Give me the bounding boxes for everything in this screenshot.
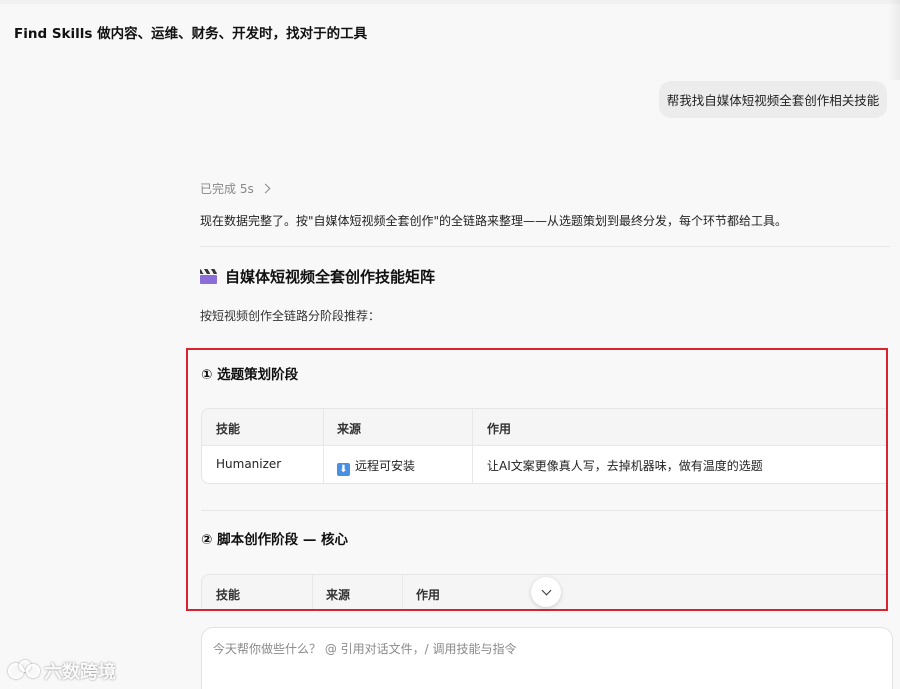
section-heading: 自媒体短视频全套创作技能矩阵	[200, 266, 435, 287]
right-edge-shadow	[888, 0, 900, 80]
column-divider	[402, 575, 403, 609]
completion-status-label: 已完成 5s	[200, 182, 254, 196]
chevron-down-icon	[541, 585, 551, 596]
stage-1-title: ① 选题策划阶段	[201, 367, 299, 383]
download-icon: ⬇	[337, 463, 350, 476]
completion-status-toggle[interactable]: 已完成 5s	[200, 180, 271, 197]
column-header-source: 来源	[337, 422, 362, 436]
stage-divider	[201, 510, 886, 511]
column-header-skill: 技能	[216, 588, 241, 602]
stage-1-table-header	[202, 409, 886, 446]
column-header-purpose: 作用	[416, 588, 441, 602]
column-divider	[472, 409, 473, 483]
header-top-border	[0, 0, 900, 4]
watermark: 六数跨境	[8, 658, 116, 684]
column-header-purpose: 作用	[487, 422, 512, 436]
chat-input[interactable]: 今天帮你做些什么？ @ 引用对话文件，/ 调用技能与指令	[201, 627, 893, 689]
column-header-skill: 技能	[216, 422, 241, 436]
source-label: 远程可安装	[355, 459, 416, 473]
highlighted-stages-region: ① 选题策划阶段 技能 来源 作用 Humanizer ⬇ 远程可安装 让AI文案…	[186, 348, 888, 611]
page-title: Find Skills 做内容、运维、财务、开发时，找对于的工具	[14, 26, 368, 42]
section-subtitle: 按短视频创作全链路分阶段推荐：	[200, 309, 381, 323]
watermark-logo	[8, 660, 40, 682]
user-message-bubble: 帮我找自媒体短视频全套创作相关技能	[659, 81, 887, 118]
column-divider	[312, 575, 313, 609]
column-divider	[323, 409, 324, 483]
table-cell-source: ⬇ 远程可安装	[337, 457, 415, 476]
watermark-text: 六数跨境	[44, 662, 116, 683]
table-cell-skill: Humanizer	[216, 457, 282, 471]
chat-input-placeholder: 今天帮你做些什么？ @ 引用对话文件，/ 调用技能与指令	[213, 642, 517, 656]
chevron-right-icon	[260, 183, 271, 194]
scroll-to-bottom-button[interactable]	[531, 577, 561, 607]
table-cell-purpose: 让AI文案更像真人写，去掉机器味，做有温度的选题	[487, 459, 763, 473]
header-bar: Find Skills 做内容、运维、财务、开发时，找对于的工具	[0, 0, 900, 80]
clapperboard-icon	[200, 269, 217, 284]
stage-1-table: 技能 来源 作用 Humanizer ⬇ 远程可安装 让AI文案更像真人写，去掉机…	[201, 408, 886, 484]
stage-2-title: ② 脚本创作阶段 — 核心	[201, 532, 349, 548]
column-header-source: 来源	[326, 588, 351, 602]
section-divider	[200, 246, 890, 247]
section-heading-text: 自媒体短视频全套创作技能矩阵	[225, 268, 436, 286]
assistant-intro-text: 现在数据完整了。按"自媒体短视频全套创作"的全链路来整理——从选题策划到最终分发…	[200, 214, 788, 228]
chat-page: Find Skills 做内容、运维、财务、开发时，找对于的工具 帮我找自媒体短…	[0, 0, 900, 689]
